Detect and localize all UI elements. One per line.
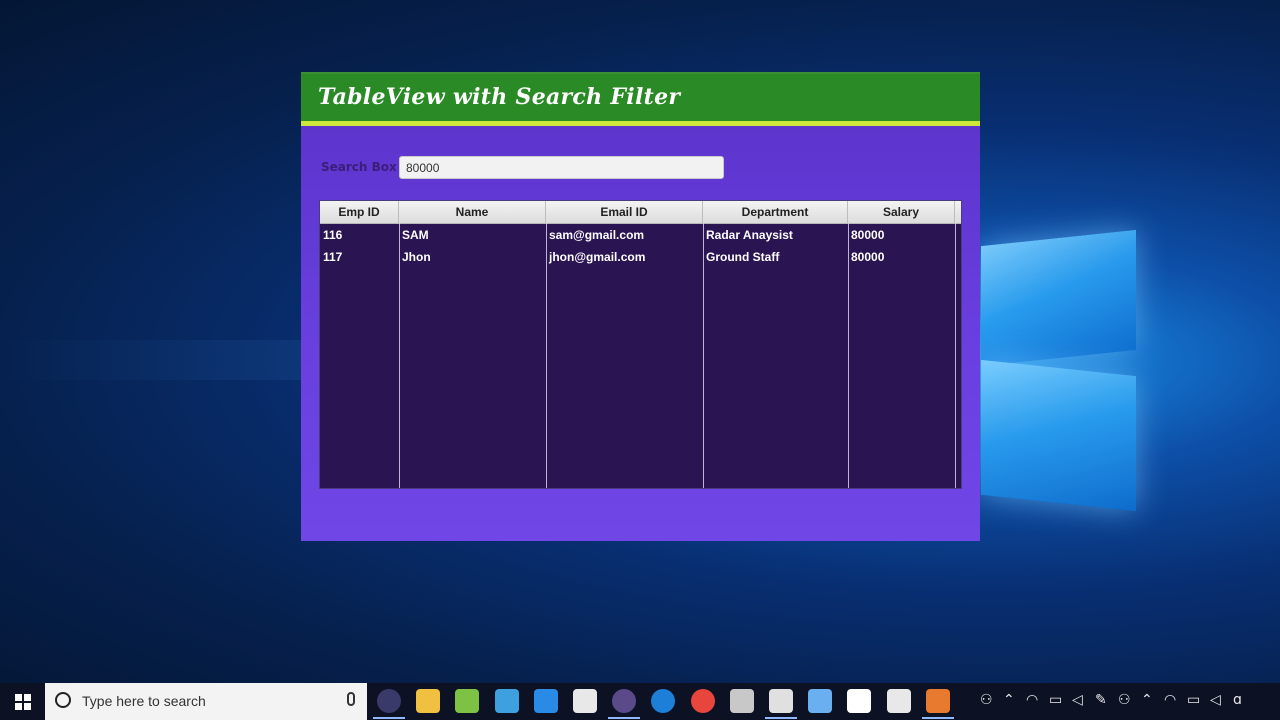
- battery-icon[interactable]: ▭: [1049, 692, 1062, 708]
- column-header-emp-id[interactable]: Emp ID: [320, 201, 399, 223]
- eclipse-icon[interactable]: [373, 689, 405, 719]
- cell-email: sam@gmail.com: [549, 228, 645, 242]
- logo-pane-bottom: [981, 359, 1136, 512]
- wifi-icon[interactable]: ◠: [1026, 692, 1038, 708]
- paint-icon[interactable]: [573, 689, 597, 713]
- paint-3d-icon[interactable]: [729, 689, 754, 713]
- eclipse-ide-icon[interactable]: [608, 689, 641, 719]
- app-window: TableView with Search Filter Search Box …: [301, 72, 980, 541]
- input-icon[interactable]: ɑ: [1233, 692, 1242, 708]
- cell-department: Radar Anaysist: [706, 228, 793, 242]
- notepad-plus-icon[interactable]: [455, 689, 480, 713]
- taskbar-search-placeholder: Type here to search: [82, 693, 206, 709]
- start-button[interactable]: [0, 683, 45, 720]
- battery-icon[interactable]: ▭: [1187, 692, 1200, 708]
- taskbar-search[interactable]: Type here to search: [45, 683, 367, 720]
- search-label: Search Box: [321, 160, 397, 174]
- title-bar: TableView with Search Filter: [301, 72, 980, 124]
- title-underline: [301, 121, 980, 126]
- search-input[interactable]: 80000: [399, 156, 724, 179]
- cell-salary: 80000: [851, 250, 885, 264]
- photos-icon[interactable]: [847, 689, 872, 713]
- windows-icon: [14, 693, 31, 710]
- cortana-icon: [55, 692, 71, 708]
- taskbar: Type here to search ⚇ ⌃ ◠ ▭ ◁ ✎ ⚇ ⌃ ◠ ▭ ◁ ɑ: [0, 683, 1280, 720]
- microphone-icon[interactable]: [347, 692, 355, 706]
- column-header-email[interactable]: Email ID: [546, 201, 703, 223]
- java-icon[interactable]: [921, 689, 954, 719]
- column-header-salary[interactable]: Salary: [848, 201, 955, 223]
- chrome-icon[interactable]: [690, 689, 715, 713]
- windows-logo-wallpaper: [975, 210, 1145, 512]
- voice-recorder-icon[interactable]: [765, 689, 797, 719]
- cell-name: Jhon: [402, 250, 431, 264]
- logo-pane-top: [981, 229, 1136, 367]
- cell-salary: 80000: [851, 228, 885, 242]
- volume-icon[interactable]: ◁: [1210, 692, 1221, 708]
- cell-emp-id: 117: [323, 250, 343, 264]
- file-explorer-icon[interactable]: [416, 689, 441, 713]
- people-icon[interactable]: ⚇: [980, 692, 993, 708]
- network-icon[interactable]: [494, 689, 519, 713]
- table-row[interactable]: 116 SAM sam@gmail.com Radar Anaysist 800…: [320, 224, 961, 246]
- table-row[interactable]: 117 Jhon jhon@gmail.com Ground Staff 800…: [320, 246, 961, 268]
- snipping-tool-icon[interactable]: [533, 689, 558, 713]
- cell-department: Ground Staff: [706, 250, 780, 264]
- wifi-icon[interactable]: ◠: [1164, 692, 1176, 708]
- volume-icon[interactable]: ◁: [1072, 692, 1083, 708]
- 3d-viewer-icon[interactable]: [808, 689, 833, 713]
- app-title: TableView with Search Filter: [318, 84, 681, 110]
- employee-table[interactable]: Emp ID Name Email ID Department Salary 1…: [319, 200, 962, 489]
- edge-icon[interactable]: [651, 689, 676, 713]
- scene-builder-icon[interactable]: [886, 689, 911, 713]
- chevron-up-icon[interactable]: ⌃: [1141, 692, 1153, 708]
- column-header-department[interactable]: Department: [703, 201, 848, 223]
- chevron-up-icon[interactable]: ⌃: [1003, 692, 1015, 708]
- cell-email: jhon@gmail.com: [549, 250, 646, 264]
- cell-name: SAM: [402, 228, 429, 242]
- column-header-name[interactable]: Name: [399, 201, 546, 223]
- people-icon[interactable]: ⚇: [1118, 692, 1131, 708]
- table-header: Emp ID Name Email ID Department Salary: [320, 201, 961, 224]
- cell-emp-id: 116: [323, 228, 343, 242]
- pen-icon[interactable]: ✎: [1095, 692, 1107, 708]
